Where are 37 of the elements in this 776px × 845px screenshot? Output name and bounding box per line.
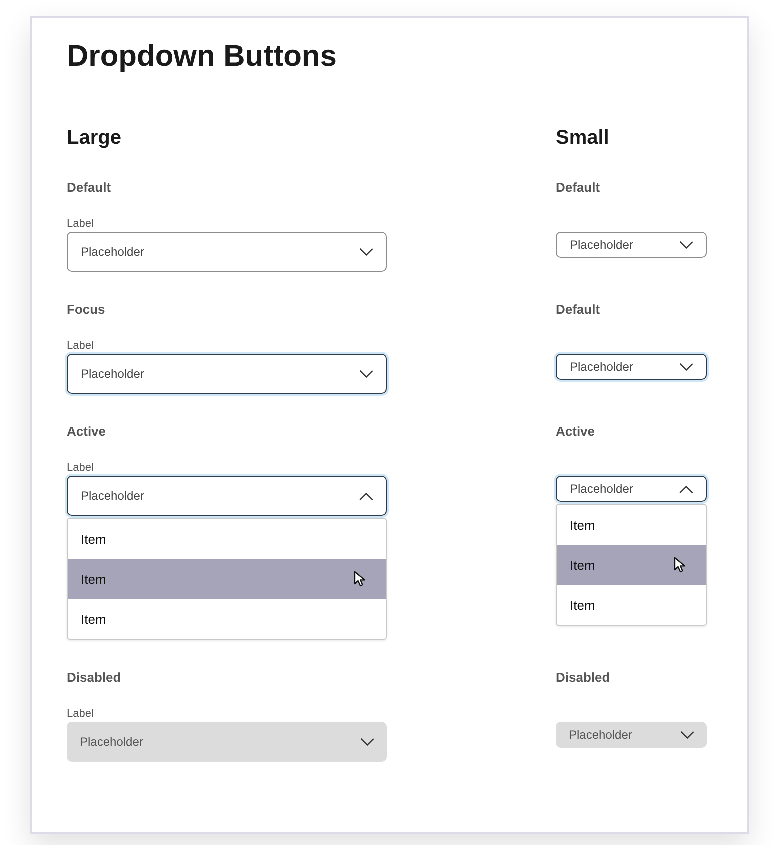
menu-item[interactable]: Item xyxy=(557,505,706,545)
cursor-icon xyxy=(354,571,368,587)
state-title: Default xyxy=(556,180,602,196)
chevron-down-icon xyxy=(360,738,375,746)
chevron-up-icon xyxy=(359,492,374,500)
field-label: Label xyxy=(67,340,94,352)
dropdown-button[interactable]: Placeholder xyxy=(556,476,707,502)
cursor-icon xyxy=(674,557,688,573)
chevron-down-icon xyxy=(359,370,374,378)
chevron-down-icon xyxy=(680,730,695,740)
state-title: Default xyxy=(67,180,112,196)
field-label: Label xyxy=(67,462,94,474)
chevron-up-icon xyxy=(679,484,694,494)
dropdown-button[interactable]: Placeholder xyxy=(67,232,387,272)
state-title: Active xyxy=(556,424,596,440)
dropdown-button[interactable]: Placeholder xyxy=(67,476,387,516)
field-label: Label xyxy=(67,708,94,720)
dropdown-button[interactable]: Placeholder xyxy=(67,354,387,394)
dropdown-button[interactable]: Placeholder xyxy=(556,232,707,258)
state-title: Disabled xyxy=(556,670,612,686)
chevron-down-icon xyxy=(679,362,694,372)
state-title: Focus xyxy=(67,302,106,318)
field-label: Label xyxy=(67,218,94,230)
menu-item[interactable]: Item xyxy=(68,599,386,639)
chevron-down-icon xyxy=(359,248,374,256)
state-title: Default xyxy=(556,302,602,318)
menu-item[interactable]: Item xyxy=(68,519,386,559)
menu-item[interactable]: Item xyxy=(557,585,706,625)
menu-item[interactable]: Item xyxy=(68,559,386,599)
column-heading: Small xyxy=(556,126,610,150)
state-title: Active xyxy=(67,424,108,440)
chevron-down-icon xyxy=(679,240,694,250)
menu-item[interactable]: Item xyxy=(557,545,706,585)
dropdown-button[interactable]: Placeholder xyxy=(556,354,707,380)
state-title: Disabled xyxy=(67,670,122,686)
column-heading: Large xyxy=(67,126,122,150)
page-title: Dropdown Buttons xyxy=(67,39,338,75)
